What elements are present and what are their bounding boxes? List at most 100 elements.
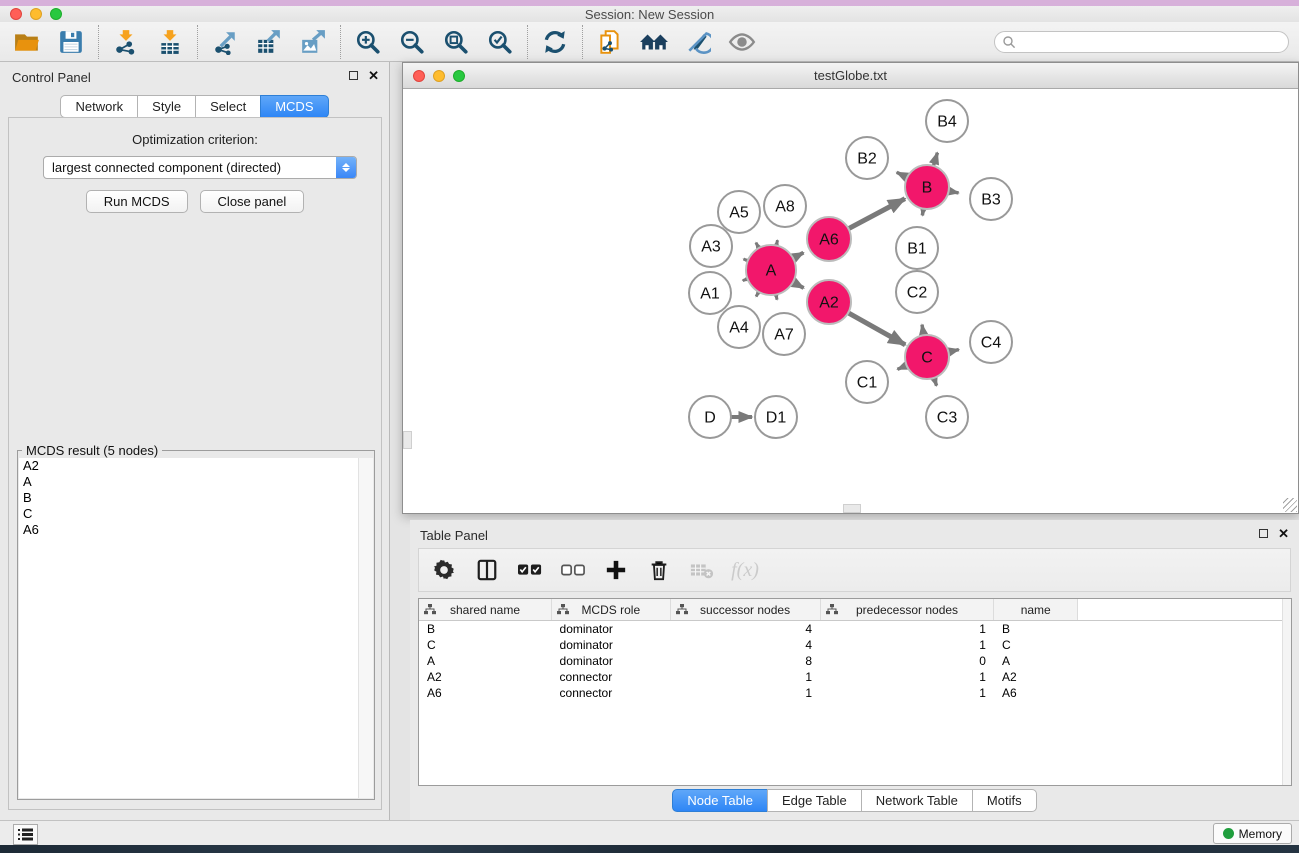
result-item[interactable]: A2 [19, 458, 359, 474]
graph-node-label: C1 [857, 375, 878, 392]
table-cell[interactable]: 4 [670, 621, 820, 638]
graph-edge-A6-B[interactable] [848, 199, 905, 229]
graph-node-label: C [921, 350, 933, 367]
result-item[interactable]: A [19, 474, 359, 490]
column-header-MCDS-role[interactable]: MCDS role [552, 599, 671, 621]
column-header-shared-name[interactable]: shared name [419, 599, 552, 621]
tab-node-table[interactable]: Node Table [672, 789, 768, 812]
table-cell[interactable]: 8 [670, 653, 820, 669]
table-row[interactable]: Adominator80A [419, 653, 1291, 669]
result-item[interactable]: B [19, 490, 359, 506]
run-mcds-button[interactable]: Run MCDS [86, 190, 188, 213]
tab-select[interactable]: Select [195, 95, 261, 118]
table-cell[interactable]: 0 [820, 653, 994, 669]
table-cell[interactable]: connector [552, 669, 671, 685]
table-scrollbar[interactable] [1282, 599, 1291, 785]
export-image-icon[interactable] [298, 27, 328, 57]
zoom-selected-icon[interactable] [485, 27, 515, 57]
table-cell[interactable]: dominator [552, 621, 671, 638]
table-cell[interactable]: 1 [820, 685, 994, 701]
table-cell[interactable]: dominator [552, 637, 671, 653]
tab-mcds[interactable]: MCDS [260, 95, 328, 118]
graph-node-label: B3 [981, 192, 1001, 209]
table-cell[interactable]: C [994, 637, 1077, 653]
function-builder-icon[interactable]: f(x) [732, 557, 758, 583]
table-settings-gear-icon[interactable] [431, 557, 457, 583]
tab-edge-table[interactable]: Edge Table [767, 789, 862, 812]
open-file-icon[interactable] [12, 27, 42, 57]
show-details-eye-icon[interactable] [727, 27, 757, 57]
search-input[interactable] [1016, 34, 1288, 50]
table-cell[interactable]: 1 [820, 669, 994, 685]
result-item[interactable]: A6 [19, 522, 359, 538]
close-panel-icon[interactable]: ✕ [368, 71, 379, 80]
column-header-name[interactable]: name [994, 599, 1077, 621]
table-cell[interactable]: 1 [820, 637, 994, 653]
float-panel-icon[interactable] [349, 71, 358, 80]
mcds-result-group: MCDS result (5 nodes) A2ABCA6 [17, 450, 375, 800]
export-table-icon[interactable] [254, 27, 284, 57]
table-row[interactable]: Cdominator41C [419, 637, 1291, 653]
graph-node-label: B [922, 180, 933, 197]
network-canvas[interactable]: B4B2BB3A5A8A6A3B1AA1C2A2A4A7C4CC1C3DD1 [403, 89, 1298, 513]
tab-motifs[interactable]: Motifs [972, 789, 1037, 812]
vertical-scrollbar-stub[interactable] [403, 431, 412, 449]
search-field[interactable] [994, 31, 1289, 53]
result-scrollbar[interactable] [358, 458, 373, 798]
home-icon[interactable] [639, 27, 669, 57]
close-table-panel-icon[interactable]: ✕ [1278, 529, 1289, 538]
tab-style[interactable]: Style [137, 95, 196, 118]
table-cell[interactable]: 1 [670, 685, 820, 701]
tab-network[interactable]: Network [60, 95, 138, 118]
float-table-panel-icon[interactable] [1259, 529, 1268, 538]
table-cell[interactable]: A [419, 653, 552, 669]
close-panel-button[interactable]: Close panel [200, 190, 305, 213]
table-cell[interactable]: A2 [994, 669, 1077, 685]
export-network-icon[interactable] [210, 27, 240, 57]
zoom-fit-icon[interactable] [441, 27, 471, 57]
column-header-successor-nodes[interactable]: successor nodes [670, 599, 820, 621]
hide-labels-icon[interactable] [683, 27, 713, 57]
refresh-icon[interactable] [540, 27, 570, 57]
column-header-predecessor-nodes[interactable]: predecessor nodes [820, 599, 994, 621]
criterion-select[interactable]: largest connected component (directed) [43, 156, 357, 179]
task-history-button[interactable] [13, 824, 38, 845]
table-cell[interactable]: 4 [670, 637, 820, 653]
table-cell[interactable]: A [994, 653, 1077, 669]
table-row[interactable]: A6connector11A6 [419, 685, 1291, 701]
table-cell[interactable]: A6 [419, 685, 552, 701]
table-cell[interactable]: C [419, 637, 552, 653]
memory-button[interactable]: Memory [1213, 823, 1292, 844]
horizontal-scrollbar-stub[interactable] [843, 504, 861, 513]
zoom-in-icon[interactable] [353, 27, 383, 57]
show-panels-icon[interactable] [474, 557, 500, 583]
status-bar: Memory [0, 820, 1299, 845]
table-cell[interactable]: A2 [419, 669, 552, 685]
table-cell[interactable]: B [419, 621, 552, 638]
delete-column-trash-icon[interactable] [646, 557, 672, 583]
table-cell[interactable]: dominator [552, 653, 671, 669]
save-session-icon[interactable] [56, 27, 86, 57]
add-column-icon[interactable] [603, 557, 629, 583]
table-row[interactable]: A2connector11A2 [419, 669, 1291, 685]
clone-network-icon[interactable] [595, 27, 625, 57]
tab-network-table[interactable]: Network Table [861, 789, 973, 812]
table-cell[interactable]: connector [552, 685, 671, 701]
zoom-out-icon[interactable] [397, 27, 427, 57]
import-network-icon[interactable] [111, 27, 141, 57]
graph-edge-B-B4[interactable] [933, 153, 937, 167]
table-row[interactable]: Bdominator41B [419, 621, 1291, 638]
unselect-all-icon[interactable] [560, 557, 586, 583]
table-cell[interactable]: 1 [670, 669, 820, 685]
graph-edge-A2-C[interactable] [847, 312, 905, 344]
result-item[interactable]: C [19, 506, 359, 522]
import-table-icon[interactable] [155, 27, 185, 57]
table-cell[interactable]: 1 [820, 621, 994, 638]
table-cell[interactable]: A6 [994, 685, 1077, 701]
mcds-result-list[interactable]: A2ABCA6 [19, 458, 359, 798]
table-cell[interactable]: B [994, 621, 1077, 638]
resize-grip-icon[interactable] [1283, 498, 1297, 512]
select-all-icon[interactable] [517, 557, 543, 583]
delete-table-icon[interactable] [689, 557, 715, 583]
criterion-value: largest connected component (directed) [44, 160, 336, 175]
